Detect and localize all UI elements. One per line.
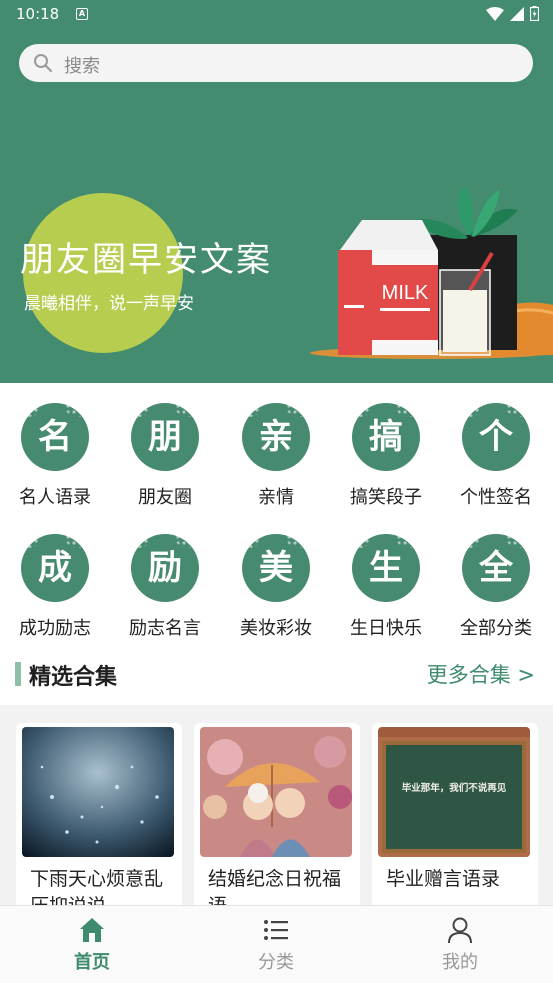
category-badge: 美 — [242, 534, 310, 602]
category-label: 搞笑段子 — [350, 487, 422, 508]
search-icon — [34, 54, 53, 73]
more-collections-link[interactable]: 更多合集 > — [427, 659, 535, 689]
category-badge: 亲 — [242, 403, 310, 471]
section-accent-bar — [15, 662, 21, 686]
collection-card[interactable]: 结婚纪念日祝福语 — [194, 723, 360, 913]
category-item[interactable]: 生 生日快乐 — [331, 534, 441, 640]
category-badge: 励 — [131, 534, 199, 602]
featured-title: 精选合集 — [29, 665, 118, 690]
wifi-icon — [486, 6, 504, 21]
collection-card[interactable]: 下雨天心烦意乱压抑说说 — [16, 723, 182, 913]
category-item[interactable]: 亲 亲情 — [221, 403, 331, 509]
status-bar: 10:18 A — [0, 0, 553, 30]
milk-label: MILK — [382, 282, 429, 304]
category-badge: 全 — [462, 534, 530, 602]
banner-title: 朋友圈早安文案 — [20, 240, 272, 280]
chalkboard-image: 毕业那年，我们不说再见 — [378, 727, 530, 857]
banner-subtitle: 晨曦相伴，说一声早安 — [24, 294, 194, 314]
tab-home[interactable]: 首页 — [0, 906, 184, 983]
list-icon — [264, 920, 288, 940]
featured-cards: 下雨天心烦意乱压抑说说 结婚纪念日祝福语 毕业那年，我们不说再见 毕业赠言语录 — [0, 705, 553, 913]
category-label: 成功励志 — [19, 618, 91, 639]
category-label: 亲情 — [258, 487, 294, 508]
milk-plant-illustration: MILK — [310, 185, 553, 359]
notification-badge-icon: A — [76, 8, 88, 20]
category-label: 名人语录 — [19, 487, 91, 508]
status-icons — [486, 6, 539, 21]
category-item[interactable]: 个 个性签名 — [441, 403, 551, 509]
category-label: 美妆彩妆 — [240, 618, 312, 639]
battery-icon — [530, 6, 539, 21]
category-item[interactable]: 全 全部分类 — [441, 534, 551, 640]
hero-banner[interactable]: 10:18 A 搜索 MILK 朋友圈早安文案 晨曦相伴，说一声早安 — [0, 0, 553, 383]
collection-card[interactable]: 毕业那年，我们不说再见 毕业赠言语录 — [372, 723, 538, 913]
collection-card-title: 毕业赠言语录 — [386, 868, 501, 890]
category-item[interactable]: 励 励志名言 — [110, 534, 220, 640]
category-badge: 名 — [21, 403, 89, 471]
category-label: 个性签名 — [460, 487, 532, 508]
category-label: 全部分类 — [460, 618, 532, 639]
status-time: 10:18 — [16, 5, 60, 23]
category-badge: 生 — [352, 534, 420, 602]
category-label: 生日快乐 — [350, 618, 422, 639]
category-item[interactable]: 名 名人语录 — [0, 403, 110, 509]
category-badge: 搞 — [352, 403, 420, 471]
bottom-tab-bar: 首页 分类 我的 — [0, 905, 553, 983]
search-bar[interactable]: 搜索 — [19, 44, 533, 82]
category-item[interactable]: 搞 搞笑段子 — [331, 403, 441, 509]
category-item[interactable]: 朋 朋友圈 — [110, 403, 220, 509]
tab-label: 分类 — [258, 952, 294, 973]
featured-header: 精选合集 更多合集 > — [0, 653, 553, 697]
category-badge: 成 — [21, 534, 89, 602]
category-badge: 朋 — [131, 403, 199, 471]
user-icon — [448, 917, 472, 944]
search-placeholder: 搜索 — [64, 56, 100, 77]
category-label: 朋友圈 — [138, 487, 192, 508]
elderly-couple-image — [200, 727, 352, 857]
tab-label: 我的 — [442, 952, 478, 973]
tab-label: 首页 — [74, 952, 110, 973]
home-icon — [80, 918, 104, 942]
category-badge: 个 — [462, 403, 530, 471]
category-item[interactable]: 成 成功励志 — [0, 534, 110, 640]
rain-window-image — [22, 727, 174, 857]
category-label: 励志名言 — [129, 618, 201, 639]
signal-icon — [510, 6, 524, 21]
tab-profile[interactable]: 我的 — [368, 906, 552, 983]
chalkboard-text: 毕业那年，我们不说再见 — [402, 782, 507, 794]
category-item[interactable]: 美 美妆彩妆 — [221, 534, 331, 640]
tab-category[interactable]: 分类 — [184, 906, 368, 983]
